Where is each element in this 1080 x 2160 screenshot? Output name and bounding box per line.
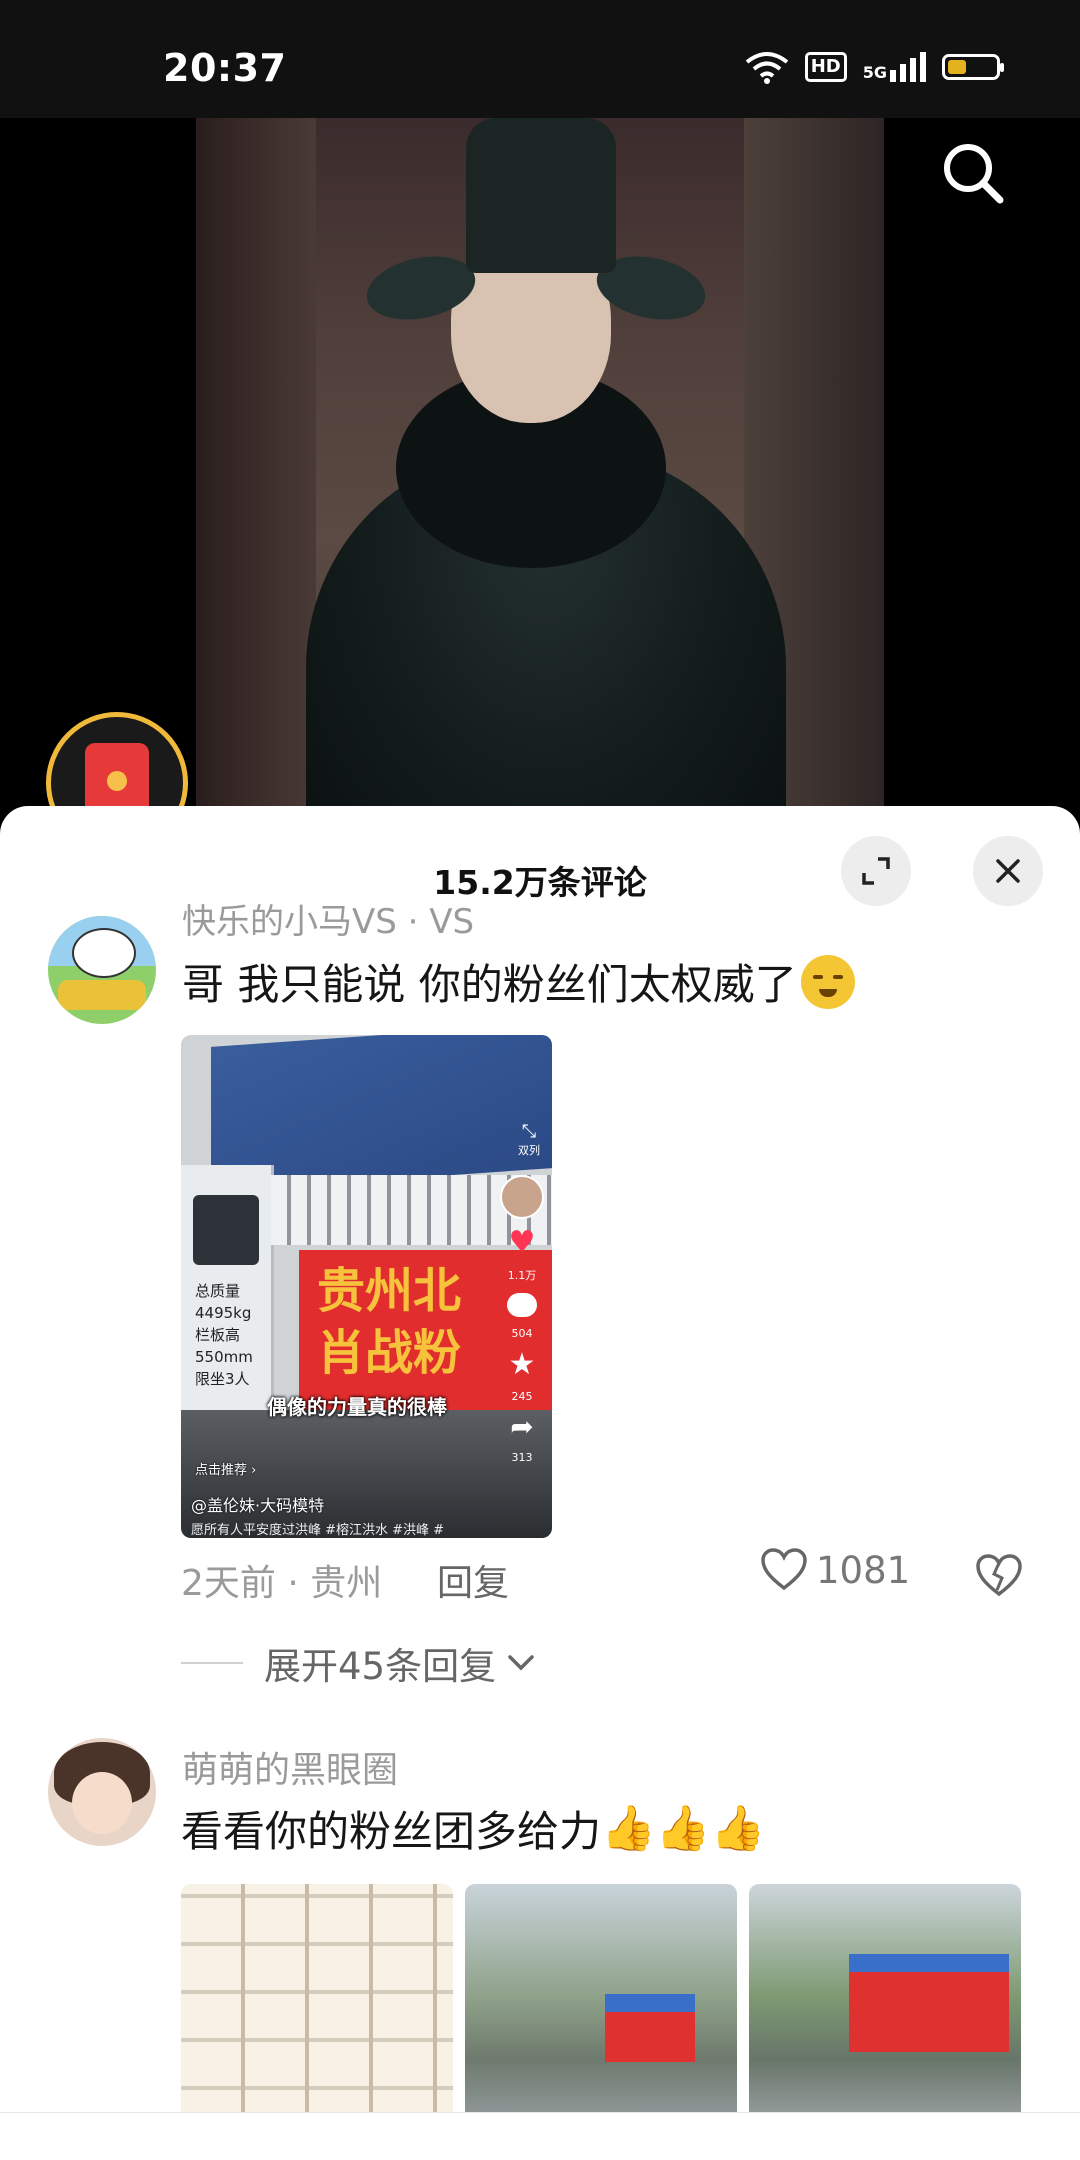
battery-level xyxy=(948,60,966,74)
comments-sheet: 15.2万条评论 快乐的小马VS · VS 哥 我只能说 你的粉丝们太权威了 贵… xyxy=(0,806,1080,2160)
cab-text: 总质量 4495kg 栏板高 550mm 限坐3人 xyxy=(195,1282,253,1388)
comment-image[interactable] xyxy=(465,1884,737,2134)
video-caption: 偶像的力量真的很棒 xyxy=(267,1395,447,1419)
video-player[interactable] xyxy=(0,118,1080,818)
expand-replies-button[interactable]: 展开45条回复 xyxy=(264,1636,536,1690)
comment-time-location: 2天前 · 贵州 xyxy=(181,1563,383,1604)
comment-image[interactable] xyxy=(181,1884,453,2134)
thumbs-up-emoji: 👍 xyxy=(601,1802,656,1854)
comment-input-bar xyxy=(0,2112,1080,2160)
thumbs-up-emoji: 👍 xyxy=(710,1802,766,1854)
share-icon[interactable]: ➦ xyxy=(510,1413,533,1441)
expand-icon[interactable] xyxy=(841,836,911,906)
comments-title: 15.2万条评论 xyxy=(433,863,647,902)
status-bar: 20:37 HD 5G xyxy=(0,0,1080,118)
comment-text: 哥 我只能说 你的粉丝们太权威了 xyxy=(182,951,855,1012)
video-share-count: 313 xyxy=(511,1451,533,1464)
expand-replies-label: 展开45条回复 xyxy=(264,1645,497,1688)
double-column-icon[interactable]: ⤡ 双列 xyxy=(518,1121,540,1158)
star-icon[interactable]: ★ xyxy=(509,1350,536,1380)
comment-text: 看看你的粉丝团多给力 👍 👍 👍 xyxy=(181,1798,765,1859)
video-comment-count: 504 xyxy=(511,1327,533,1340)
battery-icon xyxy=(942,54,1004,80)
network-label: 5G xyxy=(862,63,887,82)
creator-avatar[interactable] xyxy=(500,1175,544,1219)
video-side-actions: ♥ 1.1万 504 ★ 245 ➦ 313 xyxy=(500,1175,544,1464)
close-icon[interactable] xyxy=(973,836,1043,906)
video-description: 愿所有人平安度过洪峰 #榕江洪水 #洪峰 # xyxy=(191,1523,445,1538)
hd-icon: HD xyxy=(804,52,847,82)
comment-image[interactable] xyxy=(749,1884,1021,2134)
thumbs-up-emoji: 👍 xyxy=(655,1802,711,1854)
like-count: 1081 xyxy=(816,1548,911,1592)
comment-text-body: 看看你的粉丝团多给力 xyxy=(181,1807,602,1856)
avatar[interactable] xyxy=(48,916,156,1024)
video-like-count: 1.1万 xyxy=(507,1269,537,1282)
status-time: 20:37 xyxy=(163,46,287,90)
crying-face-emoji xyxy=(800,954,855,1009)
avatar[interactable] xyxy=(48,1738,156,1846)
comment-bubble-icon[interactable] xyxy=(507,1293,537,1317)
search-icon[interactable] xyxy=(938,138,1008,208)
like-button[interactable]: 1081 xyxy=(760,1548,910,1592)
comment-author[interactable]: 快乐的小马VS · VS xyxy=(182,894,474,943)
comment-image-grid xyxy=(181,1884,1021,2134)
comment-video-thumbnail[interactable]: 贵州北 肖战粉 总质量 4495kg 栏板高 550mm 限坐3人 偶像的力量真… xyxy=(181,1035,552,1538)
video-author[interactable]: @盖伦妹·大码模特 xyxy=(191,1492,324,1516)
comment-author[interactable]: 萌萌的黑眼圈 xyxy=(182,1741,398,1793)
status-icons: HD 5G xyxy=(745,50,1004,84)
figure-hat xyxy=(466,118,616,273)
heart-icon[interactable]: ♥ xyxy=(507,1228,537,1258)
signal-5g-icon: 5G xyxy=(863,52,926,82)
wifi-icon xyxy=(745,52,788,84)
recommend-label[interactable]: 点击推荐 › xyxy=(195,1459,256,1478)
heart-outline-icon xyxy=(761,1548,807,1591)
video-star-count: 245 xyxy=(511,1390,533,1403)
reply-button[interactable]: 回复 xyxy=(437,1554,509,1606)
comment-text-body: 哥 我只能说 你的粉丝们太权威了 xyxy=(182,960,797,1009)
chevron-down-icon xyxy=(508,1655,534,1671)
video-frame xyxy=(196,118,884,818)
broken-heart-icon[interactable] xyxy=(975,1554,1023,1602)
divider xyxy=(181,1662,243,1664)
